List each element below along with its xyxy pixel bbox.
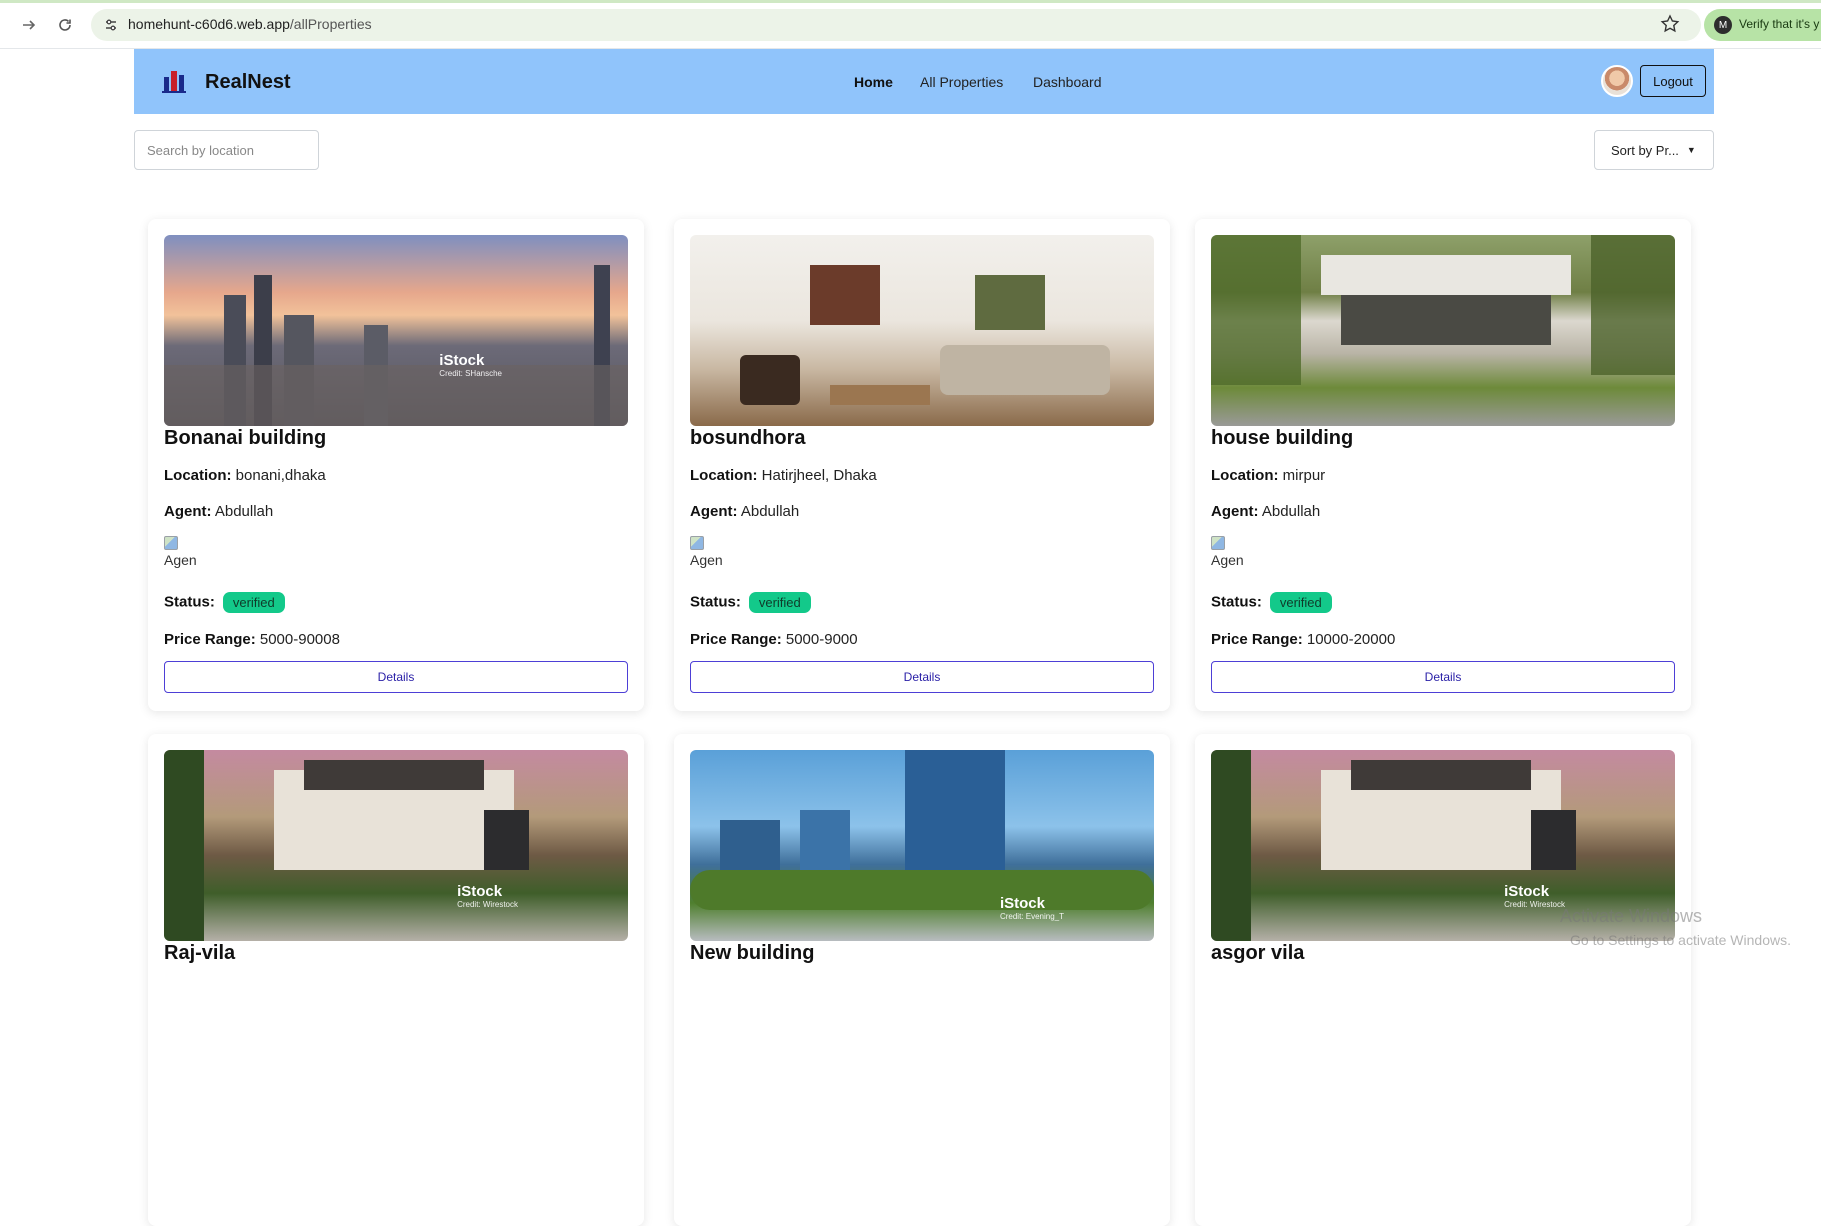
property-image: iStock Credit: Evening_T (690, 750, 1154, 941)
property-title: New building (690, 942, 815, 964)
istock-watermark: iStock Credit: Evening_T (999, 895, 1064, 921)
status-badge: verified (748, 592, 811, 613)
agent-image: Agen (164, 536, 204, 572)
nav-dashboard[interactable]: Dashboard (1033, 74, 1102, 90)
status-badge: verified (222, 592, 285, 613)
property-card: iStock Credit: SHansche Bonanai building … (148, 219, 644, 711)
details-button[interactable]: Details (690, 661, 1154, 693)
property-card: bosundhora Location: Hatirjheel, Dhaka A… (674, 219, 1170, 711)
search-location-input[interactable] (134, 130, 319, 170)
broken-image-icon (1211, 536, 1225, 550)
status-badge: verified (1269, 592, 1332, 613)
property-price: Price Range: 10000-20000 (1211, 631, 1396, 648)
broken-image-icon (164, 536, 178, 550)
property-status: Status: verified (690, 592, 811, 613)
property-image (690, 235, 1154, 426)
sort-dropdown[interactable]: Sort by Pr... ▼ (1594, 130, 1714, 170)
bookmark-star-icon[interactable] (1660, 14, 1682, 36)
property-status: Status: verified (1211, 592, 1332, 613)
property-location: Location: mirpur (1211, 467, 1326, 484)
property-location: Location: bonani,dhaka (164, 467, 326, 484)
property-title: Raj-vila (164, 942, 236, 964)
agent-image: Agen (1211, 536, 1251, 572)
site-info-icon[interactable] (98, 12, 124, 38)
nav-all-properties[interactable]: All Properties (920, 74, 1003, 90)
property-image (1211, 235, 1675, 426)
property-agent: Agent: Abdullah (164, 503, 274, 520)
broken-image-icon (690, 536, 704, 550)
istock-watermark: iStock Credit: Wirestock (457, 883, 518, 909)
brand-name[interactable]: RealNest (205, 71, 291, 94)
property-card: iStock Credit: Wirestock asgor vila (1195, 734, 1691, 1226)
caret-down-icon: ▼ (1686, 145, 1696, 155)
property-agent: Agent: Abdullah (690, 503, 800, 520)
property-title: asgor vila (1211, 942, 1305, 964)
property-card: iStock Credit: Wirestock Raj-vila (148, 734, 644, 1226)
property-location: Location: Hatirjheel, Dhaka (690, 467, 877, 484)
user-avatar[interactable] (1601, 65, 1633, 97)
browser-toolbar: homehunt-c60d6.web.app/allProperties M V… (0, 0, 1821, 49)
profile-icon[interactable]: M (1714, 16, 1732, 34)
verify-text: Verify that it's y (1739, 17, 1820, 31)
property-price: Price Range: 5000-9000 (690, 631, 858, 648)
details-button[interactable]: Details (1211, 661, 1675, 693)
property-card: iStock Credit: Evening_T New building (674, 734, 1170, 1226)
property-image: iStock Credit: Wirestock (164, 750, 628, 941)
activate-windows-subtitle: Go to Settings to activate Windows. (1570, 932, 1791, 948)
property-title: Bonanai building (164, 427, 327, 449)
property-title: bosundhora (690, 427, 806, 449)
istock-watermark: iStock Credit: SHansche (439, 352, 502, 378)
logout-button[interactable]: Logout (1640, 65, 1706, 97)
url-host: homehunt-c60d6.web.app (128, 16, 290, 32)
property-image: iStock Credit: SHansche (164, 235, 628, 426)
forward-arrow-icon[interactable] (16, 12, 42, 38)
property-title: house building (1211, 427, 1354, 449)
activate-windows-title: Activate Windows (1560, 906, 1703, 926)
url-text[interactable]: homehunt-c60d6.web.app/allProperties (128, 16, 372, 32)
sort-label: Sort by Pr... (1611, 142, 1679, 158)
page-load-progress (0, 0, 1821, 3)
realnest-logo-icon[interactable] (160, 69, 188, 95)
agent-image: Agen (690, 536, 730, 572)
details-button[interactable]: Details (164, 661, 628, 693)
nav-home[interactable]: Home (854, 74, 893, 90)
property-price: Price Range: 5000-90008 (164, 631, 340, 648)
reload-icon[interactable] (52, 12, 78, 38)
istock-watermark: iStock Credit: Wirestock (1504, 883, 1565, 909)
property-card: house building Location: mirpur Agent: A… (1195, 219, 1691, 711)
property-status: Status: verified (164, 592, 285, 613)
url-path: /allProperties (289, 16, 372, 32)
property-agent: Agent: Abdullah (1211, 503, 1321, 520)
